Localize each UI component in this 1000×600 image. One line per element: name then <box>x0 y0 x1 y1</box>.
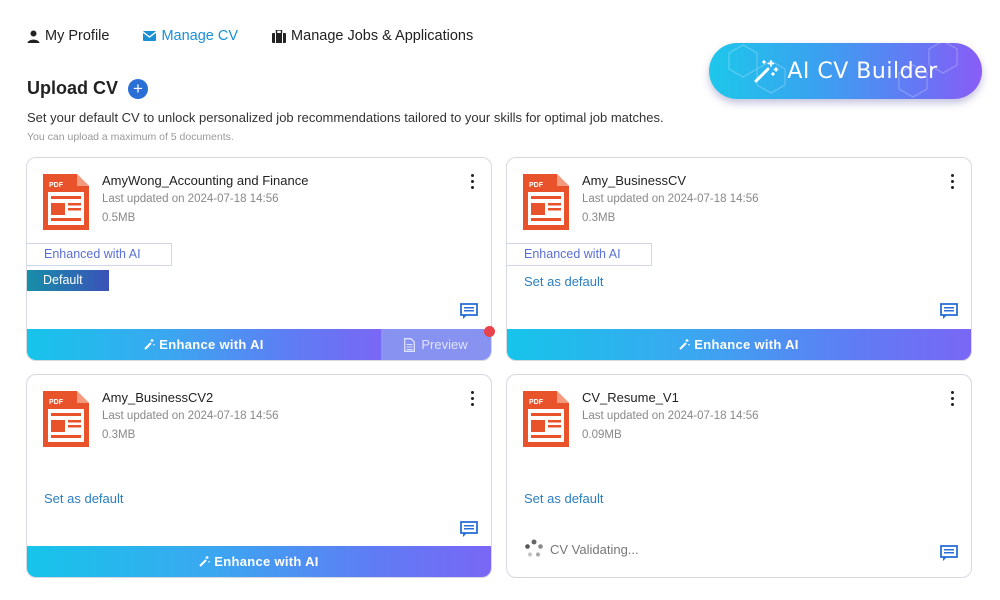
set-as-default-link[interactable]: Set as default <box>524 491 604 506</box>
upload-limit-note: You can upload a maximum of 5 documents. <box>27 131 234 143</box>
pdf-label: PDF <box>49 182 64 189</box>
cv-file-name: CV_Resume_V1 <box>582 390 679 405</box>
pdf-file-icon: PDF <box>523 174 569 230</box>
cv-file-name: AmyWong_Accounting and Finance <box>102 173 309 188</box>
cv-last-updated: Last updated on 2024-07-18 14:56 <box>102 193 279 205</box>
document-icon <box>404 337 416 352</box>
briefcase-icon <box>272 29 287 43</box>
validating-label: CV Validating... <box>550 541 639 557</box>
set-as-default-link[interactable]: Set as default <box>44 491 124 506</box>
default-badge: Default <box>27 270 109 291</box>
wand-icon <box>679 339 690 350</box>
upload-add-button[interactable]: + <box>128 79 148 99</box>
card-action-bar: Enhance with AI <box>27 546 491 577</box>
cv-last-updated: Last updated on 2024-07-18 14:56 <box>582 410 759 422</box>
pdf-label: PDF <box>529 182 544 189</box>
enhance-with-ai-button[interactable]: Enhance with AI <box>507 329 971 360</box>
notes-icon[interactable] <box>460 521 478 537</box>
nav-my-profile[interactable]: My Profile <box>27 28 109 44</box>
cv-last-updated: Last updated on 2024-07-18 14:56 <box>582 193 759 205</box>
cv-card: PDF Amy_BusinessCV2 Last updated on 2024… <box>26 374 492 578</box>
nav-label: Manage CV <box>161 28 239 44</box>
cv-file-size: 0.5MB <box>102 212 136 224</box>
more-options-icon[interactable] <box>947 172 957 190</box>
enhance-label: Enhance with AI <box>214 554 319 569</box>
top-nav: My Profile Manage CV Manage Jobs & Appli… <box>27 28 507 44</box>
pdf-file-icon: PDF <box>523 391 569 447</box>
notes-icon[interactable] <box>940 545 958 561</box>
enhance-label: Enhance with AI <box>159 337 264 352</box>
nav-label: Manage Jobs & Applications <box>291 28 474 44</box>
wand-icon <box>144 339 155 350</box>
nav-label: My Profile <box>45 28 110 44</box>
card-action-bar: Enhance with AI Preview <box>27 329 491 360</box>
cv-file-name: Amy_BusinessCV <box>582 173 687 188</box>
more-options-icon[interactable] <box>467 389 477 407</box>
preview-label: Preview <box>421 337 468 352</box>
envelope-icon <box>143 31 157 41</box>
cv-card: PDF CV_Resume_V1 Last updated on 2024-07… <box>506 374 972 578</box>
loading-spinner-icon <box>525 539 543 557</box>
enhance-with-ai-button[interactable]: Enhance with AI <box>27 546 491 577</box>
cv-validating-status: CV Validating... <box>524 539 639 559</box>
hexagon-pattern <box>728 43 958 98</box>
pdf-label: PDF <box>529 399 544 406</box>
nav-manage-cv[interactable]: Manage CV <box>143 28 238 44</box>
notes-icon[interactable] <box>940 303 958 319</box>
pdf-file-icon: PDF <box>43 174 89 230</box>
pdf-label: PDF <box>49 399 64 406</box>
card-action-bar: Enhance with AI <box>507 329 971 360</box>
nav-manage-jobs[interactable]: Manage Jobs & Applications <box>272 28 473 44</box>
notification-dot <box>484 326 495 337</box>
set-as-default-link[interactable]: Set as default <box>524 274 604 289</box>
pdf-file-icon: PDF <box>43 391 89 447</box>
enhanced-with-ai-badge: Enhanced with AI <box>507 243 652 266</box>
more-options-icon[interactable] <box>467 172 477 190</box>
upload-cv-title: Upload CV <box>27 78 119 98</box>
cv-file-size: 0.3MB <box>582 212 616 224</box>
ai-cv-builder-button[interactable]: AI CV Builder <box>709 43 982 99</box>
wand-icon <box>199 556 210 567</box>
manage-cv-page: My Profile Manage CV Manage Jobs & Appli… <box>0 0 1000 600</box>
cv-file-size: 0.09MB <box>582 429 622 441</box>
cv-card: PDF AmyWong_Accounting and Finance Last … <box>26 157 492 361</box>
enhance-with-ai-button[interactable]: Enhance with AI <box>27 329 381 360</box>
enhance-label: Enhance with AI <box>694 337 799 352</box>
preview-button[interactable]: Preview <box>381 329 491 360</box>
more-options-icon[interactable] <box>947 389 957 407</box>
cv-last-updated: Last updated on 2024-07-18 14:56 <box>102 410 279 422</box>
enhanced-with-ai-badge: Enhanced with AI <box>27 243 172 266</box>
user-icon <box>27 30 40 43</box>
cv-file-name: Amy_BusinessCV2 <box>102 390 214 405</box>
upload-description: Set your default CV to unlock personaliz… <box>27 110 664 125</box>
cv-file-size: 0.3MB <box>102 429 136 441</box>
notes-icon[interactable] <box>460 303 478 319</box>
cv-card: PDF Amy_BusinessCV Last updated on 2024-… <box>506 157 972 361</box>
